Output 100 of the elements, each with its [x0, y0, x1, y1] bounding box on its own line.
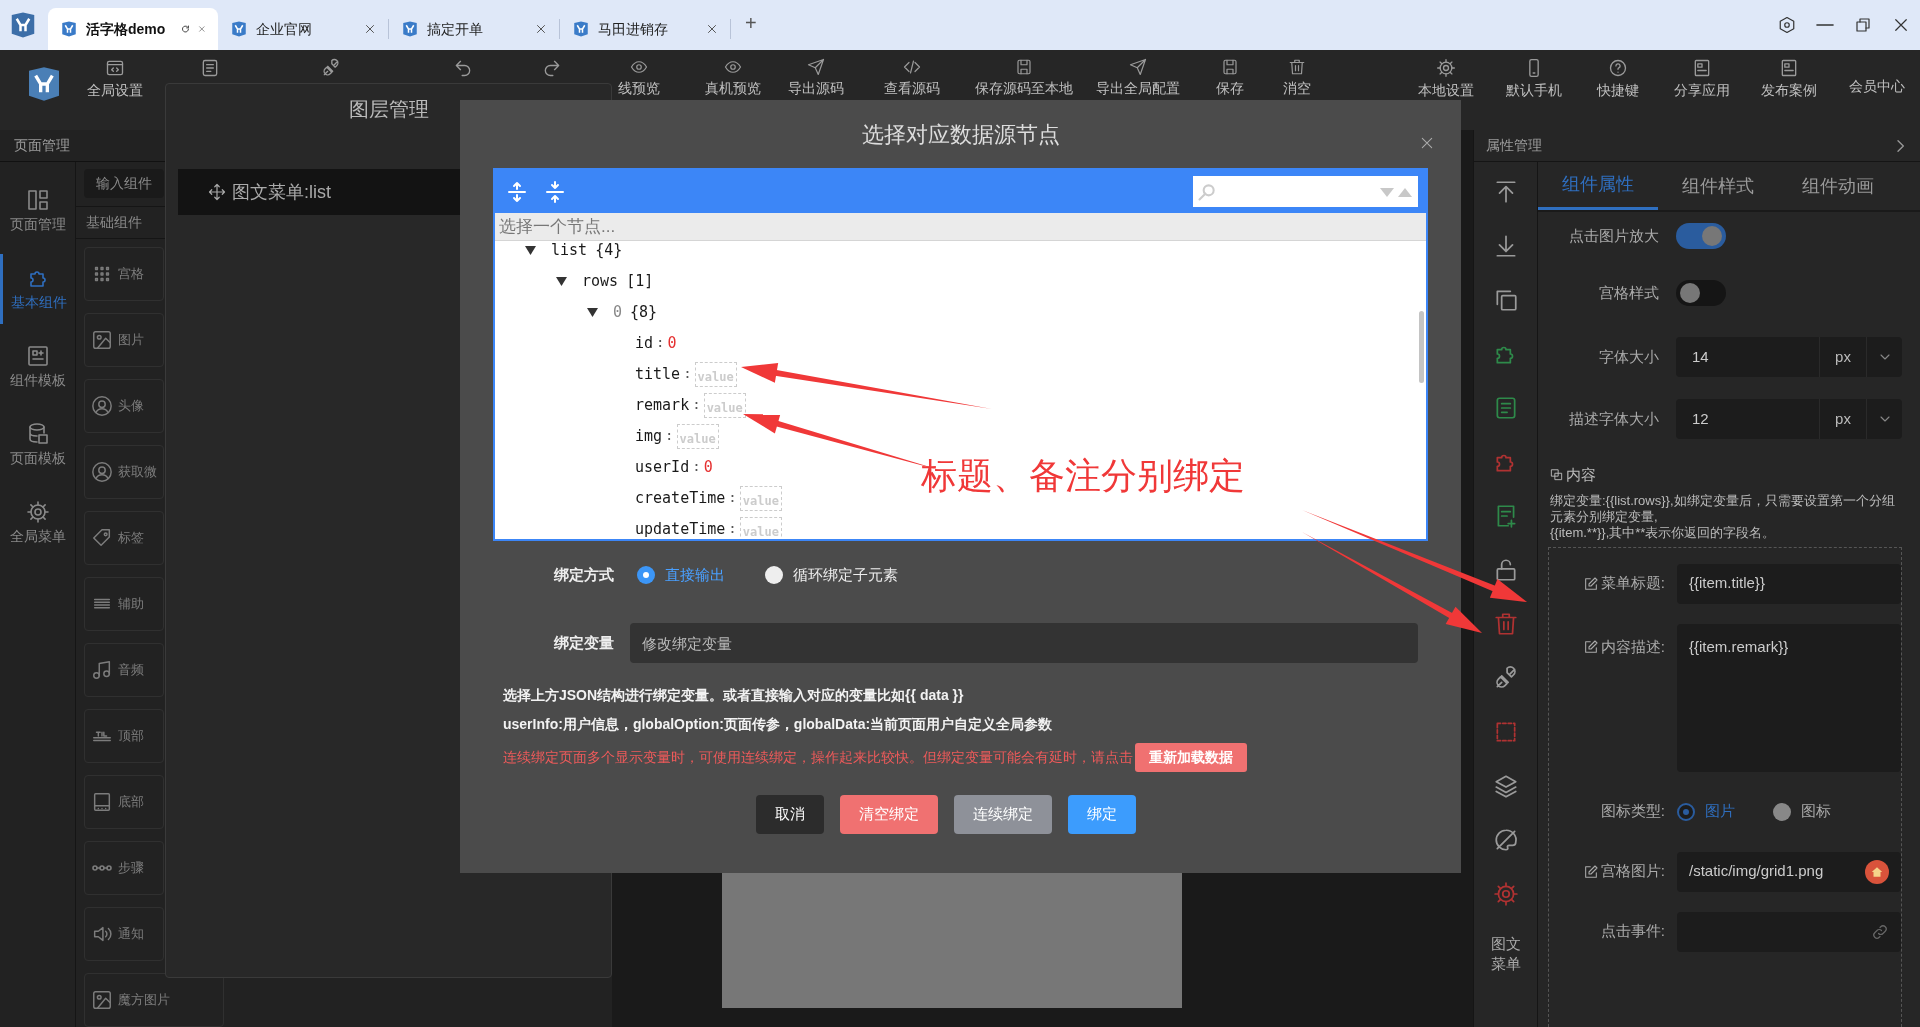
- tree-key[interactable]: title: [635, 363, 681, 386]
- text-field[interactable]: {{item.title}}: [1677, 563, 1901, 604]
- account-link[interactable]: 会员中心: [1833, 76, 1920, 97]
- toolbar-button[interactable]: 快捷键: [1577, 56, 1659, 101]
- toolbar-button[interactable]: 本地设置: [1400, 56, 1491, 101]
- tab-title: 搞定开单: [427, 19, 483, 39]
- radio-button[interactable]: [1773, 802, 1791, 821]
- help-icon: [1608, 58, 1628, 78]
- close-icon: [364, 23, 376, 35]
- close-icon: [1419, 135, 1435, 151]
- settings-icon: [105, 58, 125, 78]
- toolbar-button[interactable]: 全局设置: [70, 56, 160, 101]
- toolbar-button[interactable]: 分享应用: [1659, 56, 1745, 101]
- unit-label: px: [1819, 399, 1866, 439]
- nav-item[interactable]: 页面模板: [0, 410, 75, 480]
- link-field[interactable]: [1677, 911, 1901, 952]
- code-icon: [903, 58, 921, 76]
- tree-count: {8}: [630, 302, 658, 324]
- image-path-field[interactable]: /static/img/grid1.png: [1677, 851, 1901, 892]
- component-item[interactable]: 标签: [84, 511, 164, 565]
- tree-key[interactable]: list: [551, 241, 588, 262]
- tag-icon: [91, 527, 113, 549]
- radio-option[interactable]: 循环绑定子元素: [765, 563, 898, 587]
- radio-button[interactable]: [1677, 802, 1695, 821]
- tree-key[interactable]: 0: [613, 301, 623, 324]
- toolbar-button[interactable]: 默认手机: [1491, 56, 1577, 101]
- colon-separator: :: [682, 365, 693, 383]
- search-field[interactable]: 输入组件: [84, 169, 164, 198]
- tool-button[interactable]: [1491, 880, 1520, 908]
- browser-tab[interactable]: 搞定开单: [389, 8, 559, 50]
- dialog-button[interactable]: 取消: [755, 795, 824, 834]
- tab[interactable]: 组件动画: [1778, 162, 1898, 210]
- toolbar-button[interactable]: 线预览: [582, 56, 695, 99]
- tree-key[interactable]: rows: [582, 270, 619, 293]
- component-item[interactable]: 顶部: [84, 709, 164, 763]
- colon-separator: :: [655, 334, 666, 352]
- text-area[interactable]: {{item.remark}}: [1677, 623, 1901, 772]
- component-name: 图文菜单: [1489, 934, 1522, 974]
- tree-key[interactable]: id: [635, 332, 654, 355]
- component-item[interactable]: 音频: [84, 643, 164, 697]
- toolbar-button[interactable]: 发布案例: [1745, 56, 1833, 101]
- section-title: 内容: [1566, 465, 1596, 485]
- toolbar-button[interactable]: 保存源码至本地: [963, 56, 1084, 99]
- tree-key[interactable]: createTime: [635, 487, 726, 510]
- image-icon: [91, 989, 113, 1011]
- scrollbar[interactable]: [1419, 311, 1424, 383]
- number-field[interactable]: 14: [1676, 337, 1819, 377]
- tree-count: {4}: [595, 241, 623, 262]
- radio-option[interactable]: 图标: [1773, 800, 1831, 823]
- tree-key[interactable]: remark: [635, 394, 690, 417]
- component-item[interactable]: 获取微: [84, 445, 164, 499]
- variable-field[interactable]: 修改绑定变量: [630, 623, 1418, 663]
- component-item[interactable]: 辅助: [84, 577, 164, 631]
- browser-tab[interactable]: 活字格demo: [48, 8, 218, 50]
- component-item[interactable]: 宫格: [84, 247, 164, 301]
- steps-icon: [91, 864, 113, 872]
- toggle-switch[interactable]: [1676, 223, 1726, 249]
- number-field[interactable]: 12: [1676, 399, 1819, 439]
- restore-icon: [1854, 16, 1872, 34]
- browser-tab[interactable]: 马田进销存: [560, 8, 730, 50]
- browser-tab[interactable]: 企业官网: [218, 8, 388, 50]
- panel-title: 页面管理: [14, 136, 70, 155]
- tab-logo: [572, 20, 590, 38]
- toolbar-button[interactable]: 查看源码: [861, 56, 963, 99]
- toolbar-button[interactable]: 消空: [1267, 56, 1327, 99]
- new-tab-button[interactable]: +: [745, 8, 757, 38]
- nav-item[interactable]: 组件模板: [0, 332, 75, 402]
- component-item[interactable]: 步骤: [84, 841, 164, 895]
- radio-button[interactable]: [637, 566, 655, 584]
- user-icon: [91, 461, 113, 483]
- tab-title: 企业官网: [256, 19, 312, 39]
- component-item[interactable]: 底部: [84, 775, 164, 829]
- nav-item[interactable]: 页面管理: [0, 176, 75, 246]
- toolbar-button[interactable]: 保存: [1192, 56, 1267, 99]
- nav-item[interactable]: 全局菜单: [0, 488, 75, 558]
- toolbar-button[interactable]: 真机预览: [695, 56, 771, 99]
- tree-value[interactable]: 0: [703, 456, 713, 479]
- close-icon: [1892, 16, 1910, 34]
- tree-value[interactable]: 0: [667, 332, 677, 355]
- warning-text: 连续绑定页面多个显示变量时，可使用连续绑定，操作起来比较快。但绑定变量可能会有延时，请点击: [503, 748, 1133, 767]
- home-icon[interactable]: [1865, 859, 1889, 884]
- tree-key[interactable]: img: [635, 425, 663, 448]
- eye-icon: [724, 58, 742, 76]
- tree-key[interactable]: updateTime: [635, 518, 726, 539]
- component-item[interactable]: 图片: [84, 313, 164, 367]
- toolbar-button[interactable]: 导出源码: [771, 56, 861, 99]
- tab-logo: [401, 20, 419, 38]
- panel-title: 属性管理: [1486, 136, 1542, 155]
- close-button[interactable]: [1419, 135, 1435, 151]
- node-path: 选择一个节点...: [499, 215, 616, 238]
- search-field[interactable]: [1193, 176, 1418, 207]
- radio-button[interactable]: [765, 566, 783, 584]
- note-text: userInfo:用户信息，globalOption:页面传参，globalData:当前页面用户自定义全局参数: [503, 715, 1054, 734]
- tab[interactable]: 组件样式: [1658, 162, 1778, 210]
- toggle-switch[interactable]: [1676, 280, 1726, 306]
- tree-key[interactable]: userId: [635, 456, 690, 479]
- component-item[interactable]: 头像: [84, 379, 164, 433]
- toolbar-button[interactable]: 导出全局配置: [1084, 56, 1192, 99]
- save-icon: [1220, 58, 1239, 76]
- component-item[interactable]: 通知: [84, 907, 164, 961]
